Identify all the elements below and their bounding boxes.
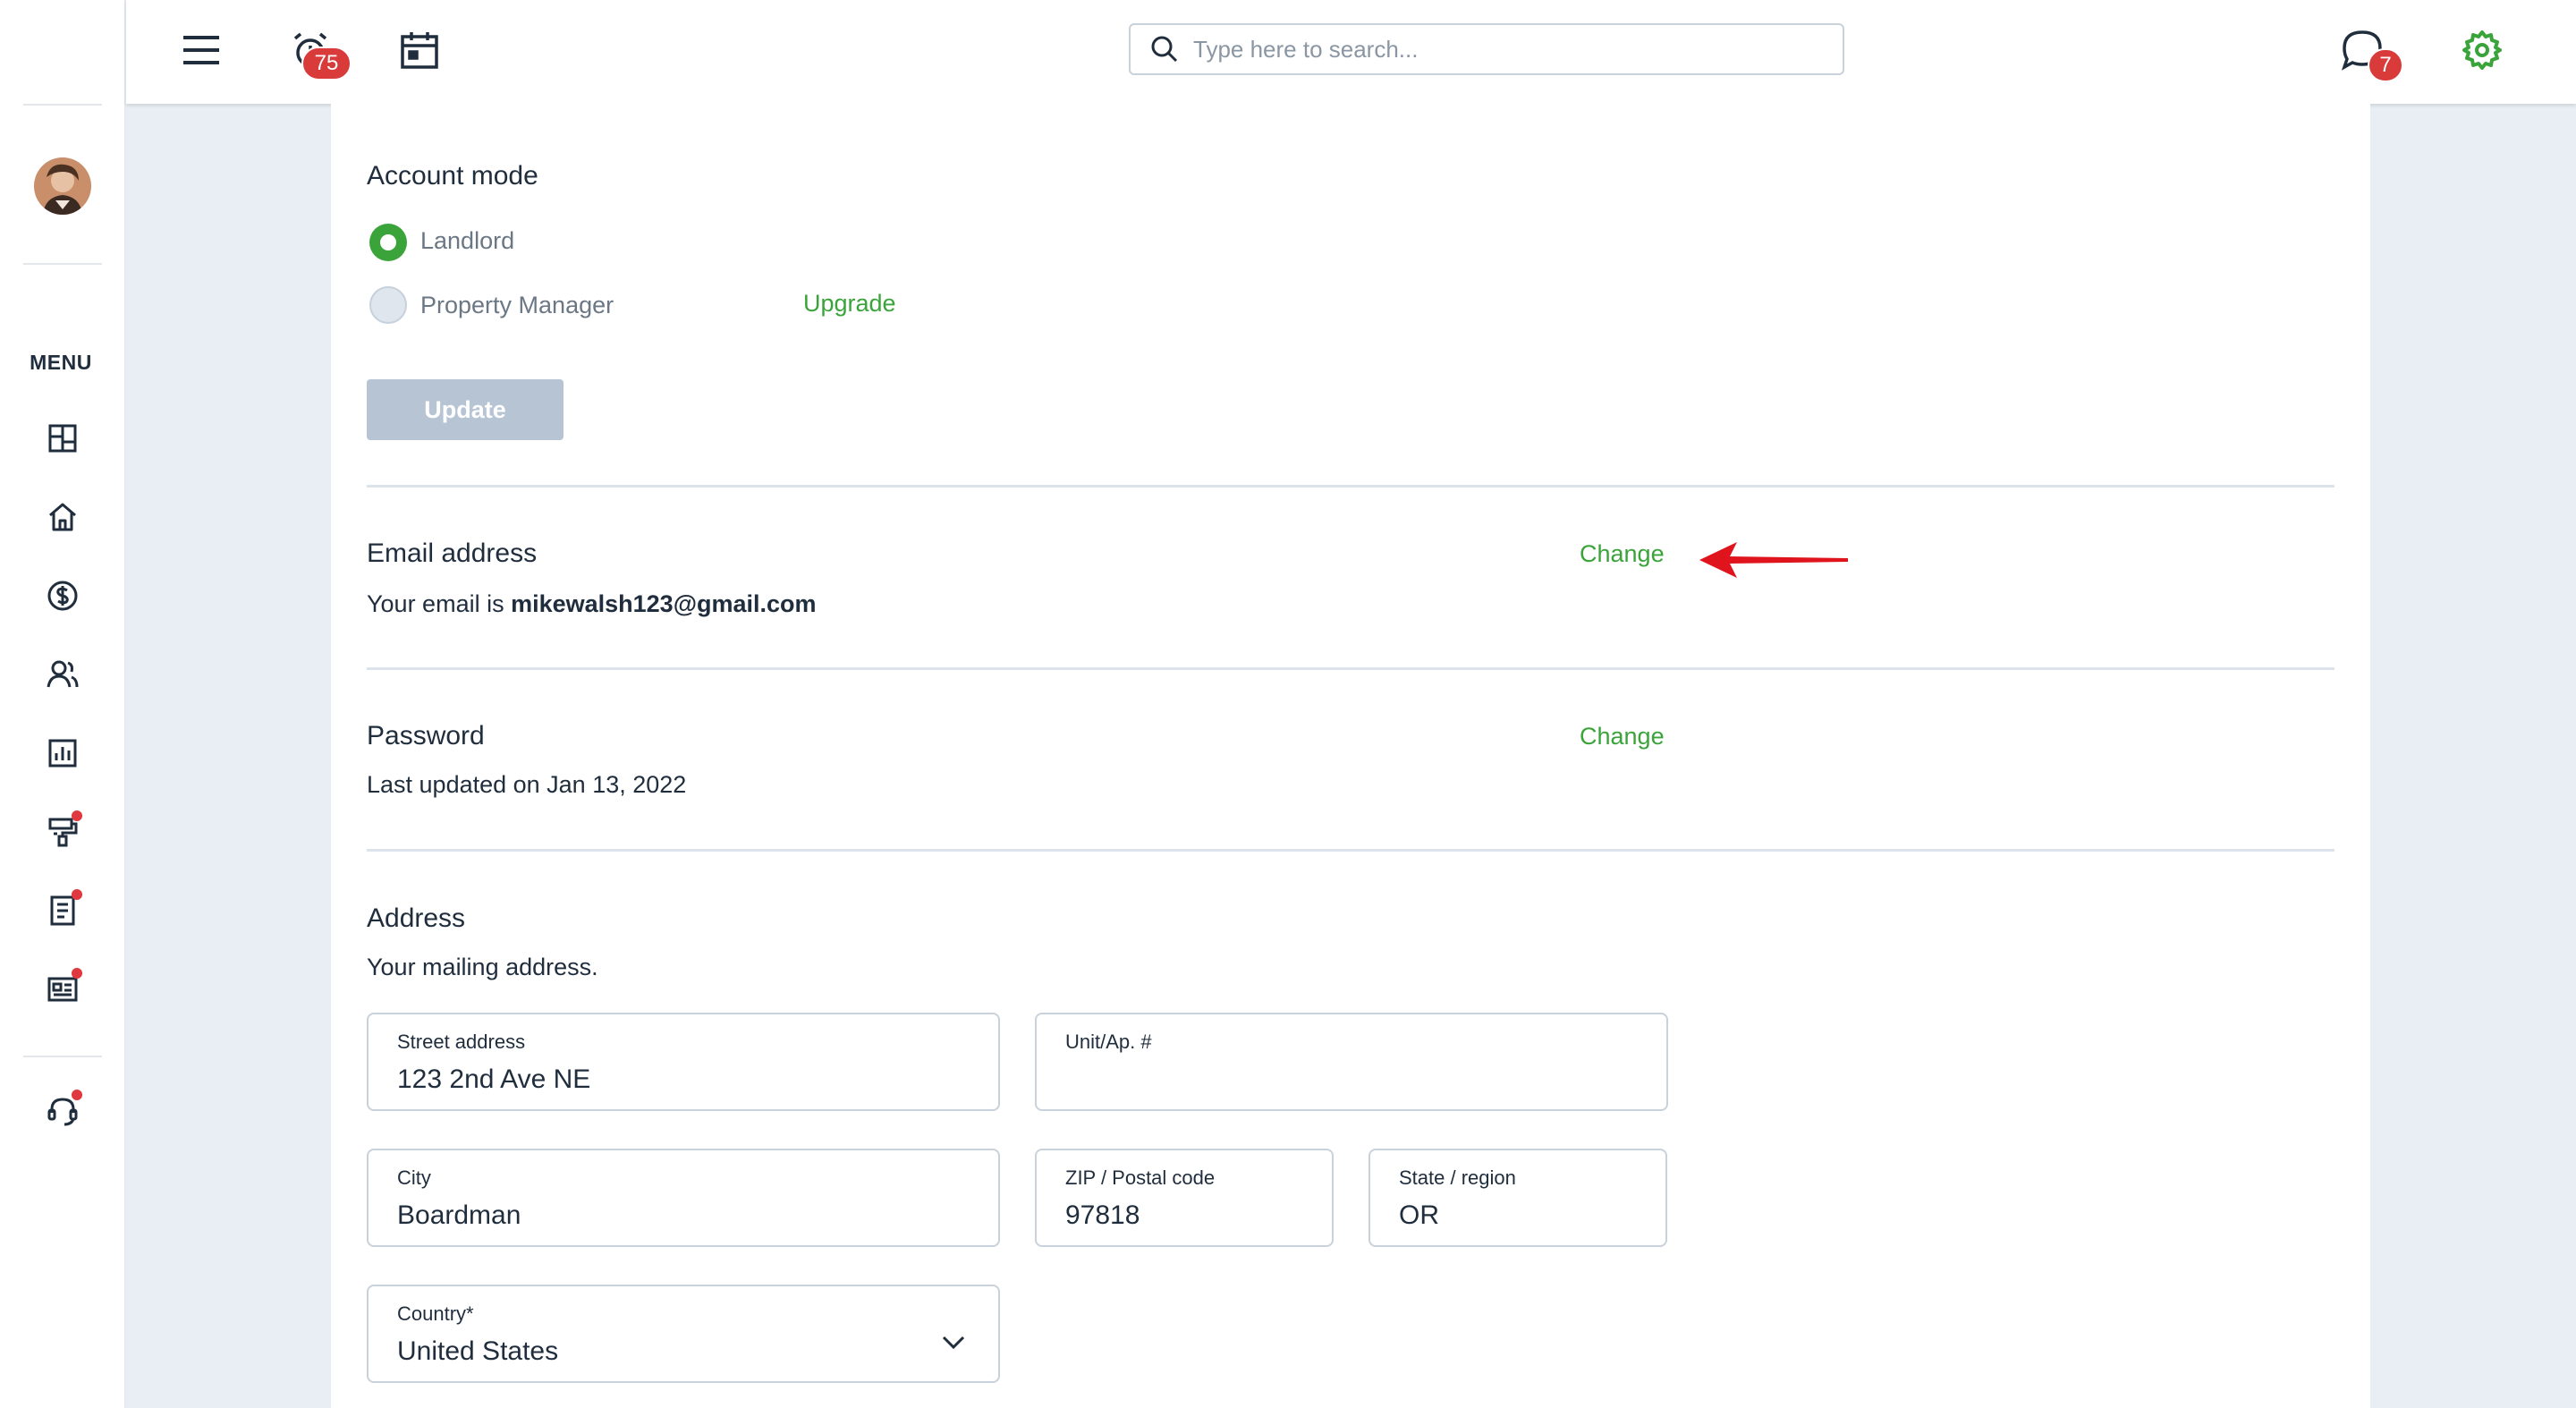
chevron-down-icon [942,1336,965,1350]
street-address-value: 123 2nd Ave NE [397,1064,591,1094]
update-button[interactable]: Update [367,379,564,440]
state-value: OR [1399,1200,1439,1230]
email-title: Email address [367,539,538,568]
street-address-field[interactable]: Street address 123 2nd Ave NE [367,1013,1000,1111]
sidebar-divider [23,263,102,265]
street-address-label: Street address [397,1031,526,1053]
notification-dot [72,1090,82,1100]
menu-label: MENU [30,351,92,374]
country-value: United States [397,1336,559,1366]
calendar-icon[interactable] [393,23,446,77]
state-field[interactable]: State / region OR [1368,1149,1667,1247]
settings-panel: Account mode Landlord Property Manager U… [331,104,2370,1408]
sidebar-divider [23,104,102,106]
section-divider [367,667,2334,670]
city-value: Boardman [397,1200,521,1230]
email-change-link[interactable]: Change [1580,540,1665,568]
country-select[interactable]: Country* United States [367,1285,1000,1383]
address-subtitle: Your mailing address. [367,954,598,980]
hamburger-menu-icon[interactable] [174,23,228,77]
support-icon[interactable] [41,1090,84,1132]
section-divider [367,849,2334,852]
zip-label: ZIP / Postal code [1065,1166,1216,1189]
notification-dot [72,968,82,979]
dollar-icon[interactable] [41,574,84,617]
top-bar: 75 7 [126,0,2576,104]
sidebar-divider [23,1056,102,1057]
avatar[interactable] [34,157,91,215]
sidebar: MENU [0,0,125,1408]
radio-label-landlord: Landlord [420,227,515,254]
dashboard-icon[interactable] [41,417,84,460]
reports-icon[interactable] [41,732,84,775]
upgrade-link[interactable]: Upgrade [803,290,896,318]
zip-field[interactable]: ZIP / Postal code 97818 [1035,1149,1334,1247]
search-input[interactable] [1193,35,1801,64]
city-field[interactable]: City Boardman [367,1149,1000,1247]
red-arrow-annotation [1699,542,1848,578]
zip-value: 97818 [1065,1200,1140,1230]
notification-dot [72,889,82,900]
alarm-badge: 75 [301,47,352,81]
chat-badge: 7 [2368,48,2403,82]
unit-label: Unit/Ap. # [1065,1031,1152,1053]
users-icon[interactable] [41,653,84,696]
section-divider [367,485,2334,488]
password-title: Password [367,721,485,751]
search-bar[interactable] [1129,23,1844,75]
email-value: mikewalsh123@gmail.com [511,590,817,617]
password-change-link[interactable]: Change [1580,723,1665,751]
radio-landlord[interactable] [369,224,407,261]
email-prefix: Your email is [367,590,512,617]
listings-icon[interactable] [41,968,84,1011]
documents-icon[interactable] [41,889,84,932]
home-icon[interactable] [41,496,84,539]
alarm-icon[interactable]: 75 [284,23,352,81]
city-label: City [397,1166,431,1189]
settings-gear-icon[interactable] [2455,23,2509,77]
chat-icon[interactable]: 7 [2335,23,2403,82]
search-icon [1151,36,1178,63]
radio-label-property-manager: Property Manager [420,292,614,318]
email-description: Your email is mikewalsh123@gmail.com [367,590,817,618]
account-mode-title: Account mode [367,161,538,191]
state-label: State / region [1399,1166,1516,1189]
password-last-updated: Last updated on Jan 13, 2022 [367,771,687,798]
notification-dot [72,810,82,821]
radio-property-manager[interactable] [369,286,407,324]
country-label: Country* [397,1302,474,1325]
address-title: Address [367,903,466,933]
maintenance-icon[interactable] [41,810,84,853]
unit-field[interactable]: Unit/Ap. # [1035,1013,1668,1111]
